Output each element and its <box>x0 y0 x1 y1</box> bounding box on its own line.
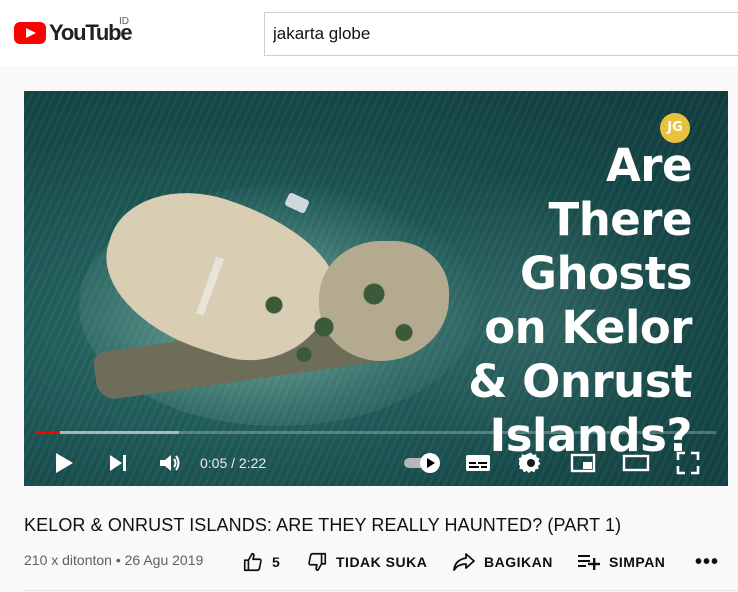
video-meta: 210 x ditonton • 26 Agu 2019 <box>24 552 204 568</box>
dislike-button[interactable]: TIDAK SUKA <box>306 549 427 575</box>
share-button[interactable]: BAGIKAN <box>452 549 553 575</box>
volume-icon <box>160 455 180 471</box>
youtube-play-icon <box>14 22 46 44</box>
miniplayer-button[interactable] <box>569 449 597 477</box>
youtube-logo[interactable]: YouTube <box>14 20 133 46</box>
video-headline-overlay: Are There Ghosts on Kelor & Onrust Islan… <box>468 139 692 463</box>
player-controls: 0:05 / 2:22 <box>24 441 728 486</box>
progress-bar[interactable] <box>36 431 716 434</box>
settings-button[interactable] <box>517 449 545 477</box>
thumbs-down-icon <box>308 552 327 572</box>
fullscreen-button[interactable] <box>674 449 702 477</box>
video-title: KELOR & ONRUST ISLANDS: ARE THEY REALLY … <box>24 515 622 535</box>
settings-icon <box>519 452 541 473</box>
search-box[interactable] <box>264 12 738 56</box>
dislike-label: TIDAK SUKA <box>336 554 428 570</box>
top-bar: YouTube ID <box>0 0 738 66</box>
subtitles-icon <box>466 455 490 471</box>
more-actions-button[interactable]: ••• <box>695 551 719 574</box>
theater-icon <box>622 454 650 472</box>
like-count: 5 <box>272 554 281 570</box>
fullscreen-icon <box>676 451 700 475</box>
share-label: BAGIKAN <box>484 554 553 570</box>
thumbs-up-icon <box>243 552 262 572</box>
autoplay-toggle[interactable] <box>400 449 444 477</box>
save-button[interactable]: SIMPAN <box>577 549 665 575</box>
volume-button[interactable] <box>156 449 184 477</box>
headline-line: & Onrust <box>468 355 692 408</box>
headline-line: There <box>548 193 693 246</box>
next-button[interactable] <box>104 449 132 477</box>
save-label: SIMPAN <box>609 554 666 570</box>
headline-line: on Kelor <box>484 301 692 354</box>
progress-played <box>36 431 61 434</box>
play-button[interactable] <box>50 449 78 477</box>
island-trees <box>234 261 434 371</box>
play-icon <box>56 453 73 473</box>
like-button[interactable]: 5 <box>242 549 280 575</box>
autoplay-toggle-icon <box>404 453 440 473</box>
video-player[interactable]: JG Are There Ghosts on Kelor & Onrust Is… <box>24 91 728 486</box>
time-display: 0:05 / 2:22 <box>200 455 267 471</box>
search-input[interactable] <box>273 24 713 44</box>
playlist-add-icon <box>578 555 600 570</box>
subtitles-button[interactable] <box>464 449 492 477</box>
theater-mode-button[interactable] <box>620 449 652 477</box>
next-icon <box>110 455 126 471</box>
divider <box>24 590 738 591</box>
miniplayer-icon <box>570 453 596 473</box>
headline-line: Are <box>605 139 693 192</box>
headline-line: Ghosts <box>520 247 692 300</box>
region-code: ID <box>119 16 129 27</box>
share-icon <box>453 553 475 571</box>
